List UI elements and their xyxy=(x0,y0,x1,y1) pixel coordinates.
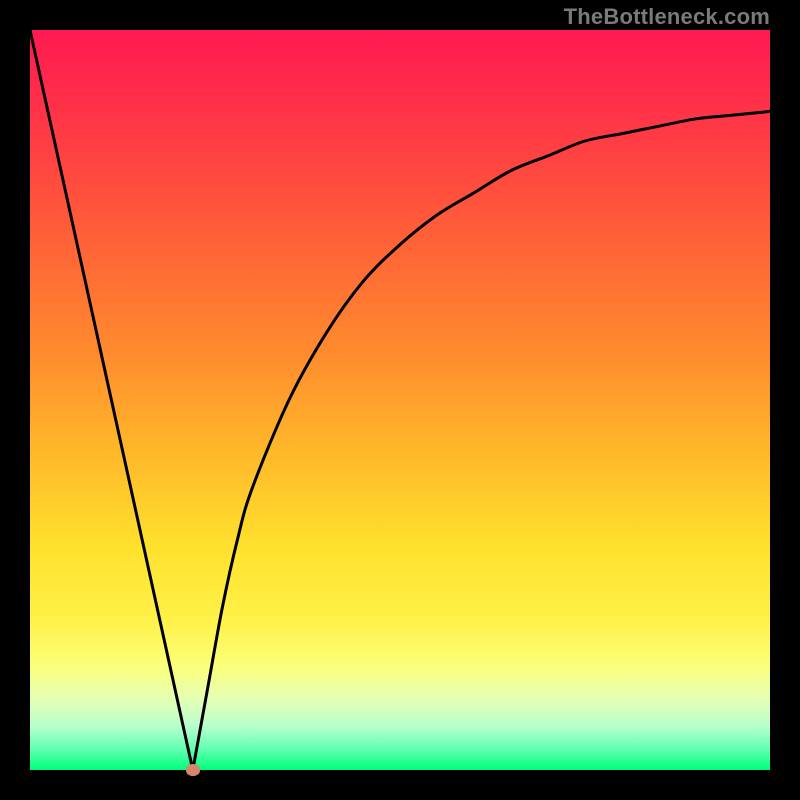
curve-svg xyxy=(30,30,770,770)
chart-frame: TheBottleneck.com xyxy=(0,0,800,800)
plot-area xyxy=(30,30,770,770)
watermark-text: TheBottleneck.com xyxy=(564,4,770,30)
minimum-marker xyxy=(186,764,200,776)
bottleneck-curve-path xyxy=(30,30,770,770)
